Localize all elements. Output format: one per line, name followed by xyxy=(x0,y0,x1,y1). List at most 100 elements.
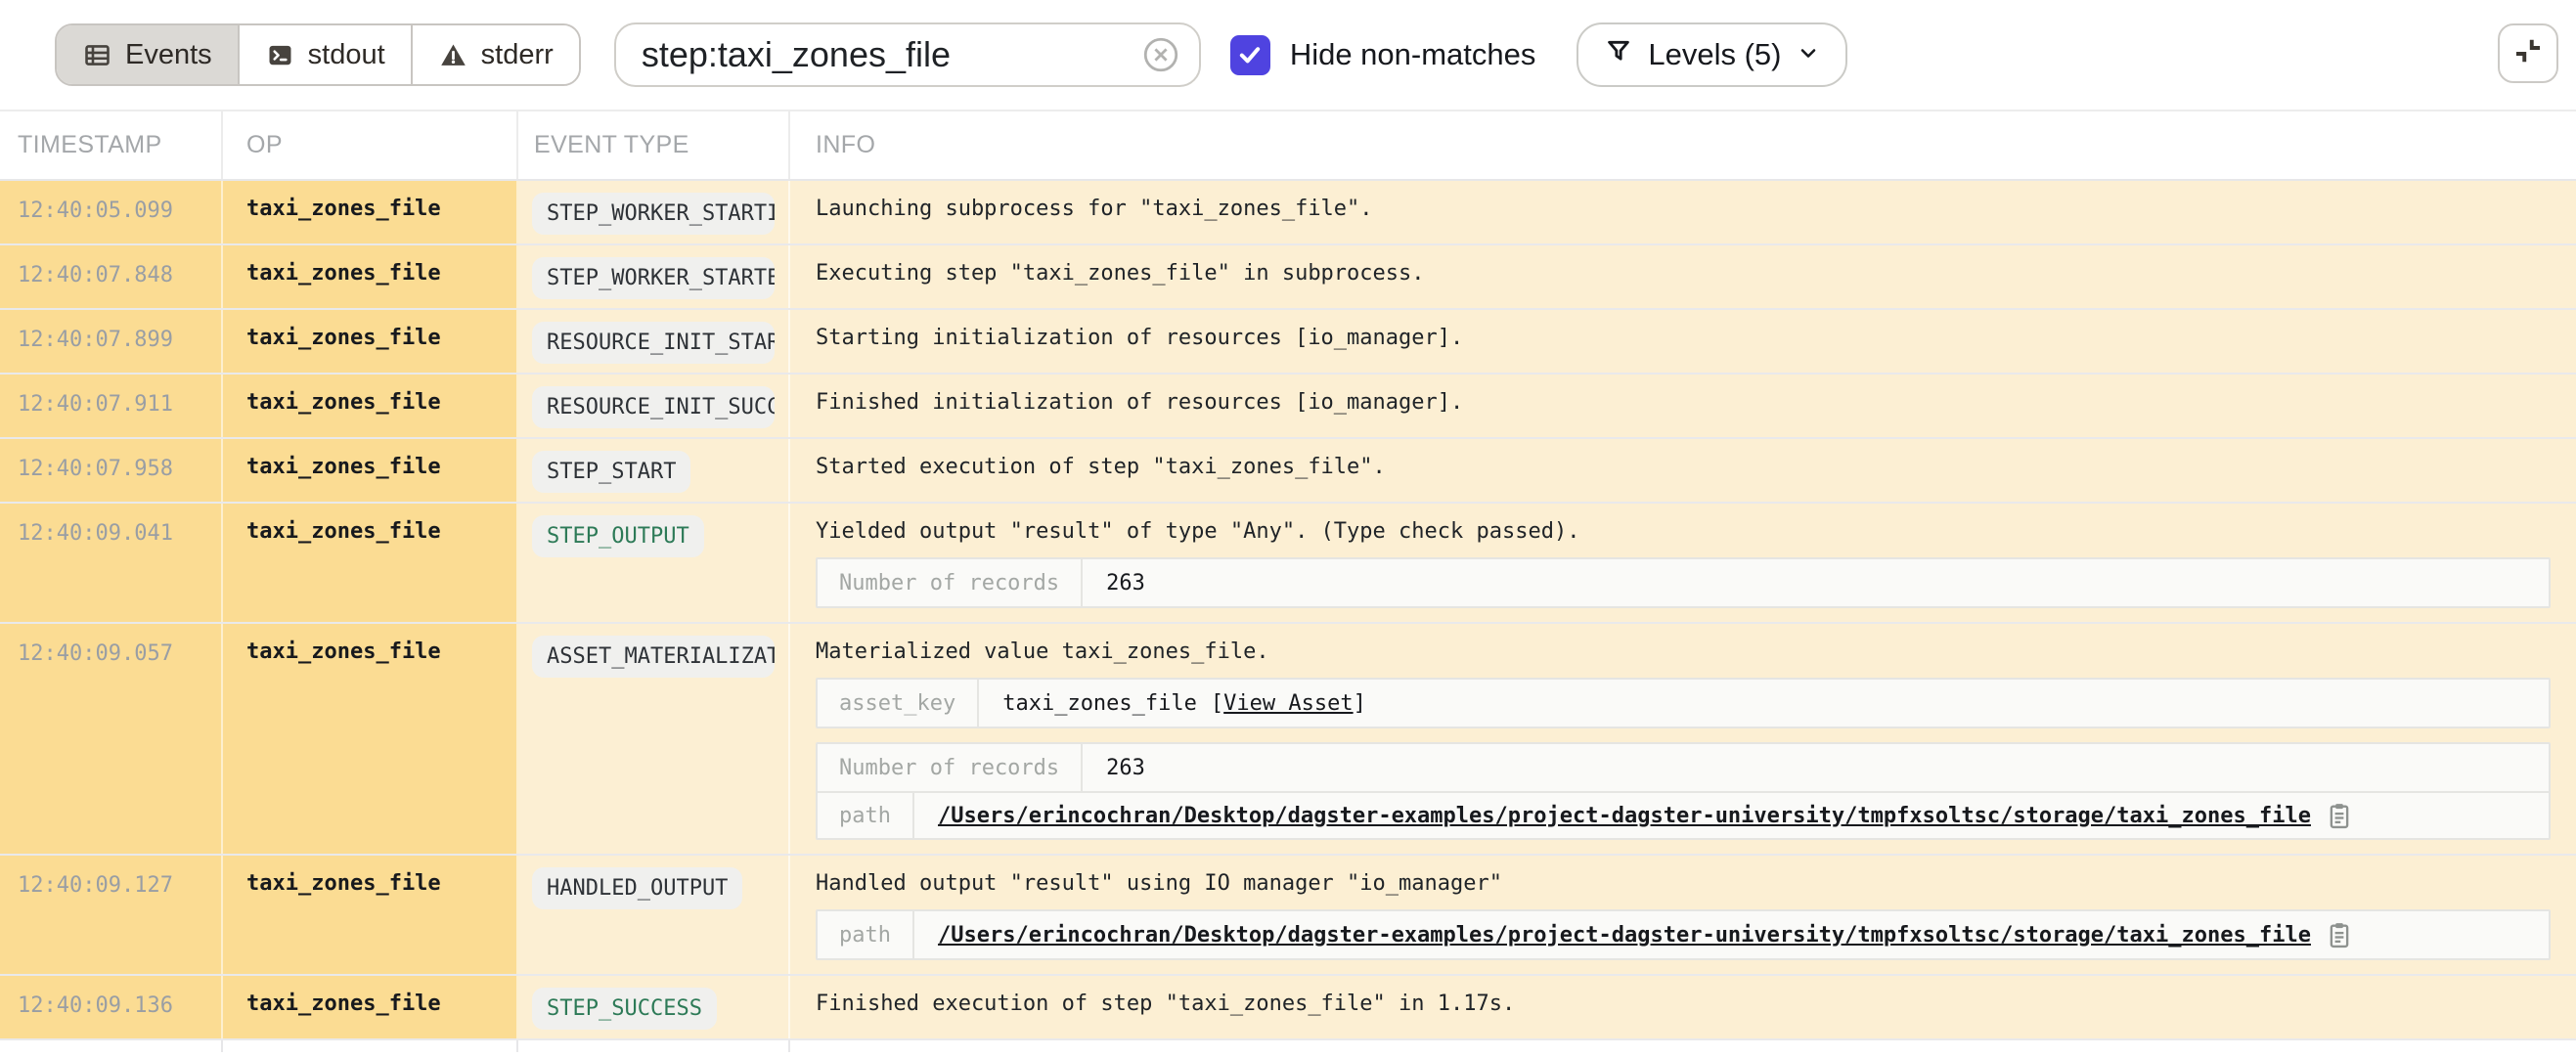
row-timestamp: 12:40:09.136 xyxy=(0,976,223,1038)
column-header-op[interactable]: OP xyxy=(223,111,518,179)
row-info-text: Finished execution of step "taxi_zones_f… xyxy=(816,992,2553,1016)
metadata-value: 263 xyxy=(1083,744,2549,791)
row-info-cell: Yielded output "result" of type "Any". (… xyxy=(790,504,2576,622)
filter-funnel-icon xyxy=(1604,36,1633,73)
metadata-label: Number of records xyxy=(818,744,1083,791)
hide-non-matches-toggle[interactable]: Hide non-matches xyxy=(1230,35,1536,75)
row-info-text: Launching subprocess for "taxi_zones_fil… xyxy=(816,197,2553,221)
path-link[interactable]: /Users/erincochran/Desktop/dagster-examp… xyxy=(938,804,2311,828)
row-op-name: taxi_zones_file xyxy=(223,976,518,1038)
row-info-cell: Executing step "taxi_zones_file" in subp… xyxy=(790,245,2576,308)
event-type-badge: ASSET_MATERIALIZAT… xyxy=(532,636,775,678)
levels-filter-button[interactable]: Levels (5) xyxy=(1577,22,1846,87)
metadata-row: path/Users/erincochran/Desktop/dagster-e… xyxy=(818,911,2549,958)
hide-non-matches-label: Hide non-matches xyxy=(1290,37,1536,72)
row-info-text: Executing step "taxi_zones_file" in subp… xyxy=(816,261,2553,286)
hide-non-matches-checkbox[interactable] xyxy=(1230,35,1270,75)
row-event-type-cell: RESOURCE_INIT_SUCC… xyxy=(518,375,790,437)
event-type-badge: STEP_WORKER_STARTI… xyxy=(532,193,775,235)
row-timestamp: 12:40:07.958 xyxy=(0,439,223,502)
column-header-event-type[interactable]: EVENT TYPE xyxy=(518,111,790,179)
table-row[interactable]: 12:40:09.127taxi_zones_file HANDLED_OUTPU… xyxy=(0,856,2576,976)
row-timestamp: 12:40:09.041 xyxy=(0,504,223,622)
metadata-row: path/Users/erincochran/Desktop/dagster-e… xyxy=(818,791,2549,838)
tab-events-label: Events xyxy=(125,39,212,71)
row-timestamp: 12:40:07.899 xyxy=(0,310,223,373)
row-info-cell: Starting initialization of resources [io… xyxy=(790,310,2576,373)
log-view-tabs: Events stdout stderr xyxy=(55,23,581,86)
row-info-cell: Finished initialization of resources [io… xyxy=(790,375,2576,437)
tab-stderr[interactable]: stderr xyxy=(411,25,579,84)
event-type-badge: STEP_SUCCESS xyxy=(532,988,717,1030)
row-info-text: Finished initialization of resources [io… xyxy=(816,390,2553,415)
log-filter-input[interactable] xyxy=(642,34,1140,75)
metadata-table: asset_key taxi_zones_file [View Asset] xyxy=(816,678,2551,728)
metadata-value: taxi_zones_file [View Asset] xyxy=(979,680,2549,727)
metadata-value: 263 xyxy=(1083,559,2549,606)
event-type-badge: STEP_START xyxy=(532,451,690,493)
table-row[interactable]: 12:40:09.057 taxi_zones_file ASSET_MATERIA… xyxy=(0,624,2576,856)
table-row[interactable]: 12:40:07.958taxi_zones_file STEP_START Sta… xyxy=(0,439,2576,504)
metadata-label: Number of records xyxy=(818,559,1083,606)
row-op-name: taxi_zones_file xyxy=(223,856,518,974)
metadata-value-text: 263 xyxy=(1106,756,1145,780)
tab-events[interactable]: Events xyxy=(57,25,238,84)
row-info-text: Handled output "result" using IO manager… xyxy=(816,871,2553,896)
event-type-badge: STEP_WORKER_STARTED xyxy=(532,257,775,299)
row-info-cell: Started execution of step "taxi_zones_fi… xyxy=(790,439,2576,502)
row-info-cell: Materialized value taxi_zones_file.asset… xyxy=(790,624,2576,854)
metadata-table: Number of records 263 path/Users/erincochr… xyxy=(816,742,2551,840)
tab-stdout-label: stdout xyxy=(308,39,385,71)
table-row[interactable]: 12:40:07.911taxi_zones_fileRESOURCE_INIT… xyxy=(0,375,2576,439)
metadata-row: asset_key taxi_zones_file [View Asset] xyxy=(818,680,2549,727)
tab-stdout[interactable]: stdout xyxy=(238,25,411,84)
terminal-icon xyxy=(265,40,295,70)
row-info-text: Yielded output "result" of type "Any". (… xyxy=(816,519,2553,544)
metadata-value: /Users/erincochran/Desktop/dagster-examp… xyxy=(914,911,2549,958)
levels-filter-label: Levels (5) xyxy=(1648,37,1781,72)
row-event-type-cell: STEP_START xyxy=(518,439,790,502)
row-info-cell: Finished execution of step "taxi_zones_f… xyxy=(790,976,2576,1038)
metadata-value-text: taxi_zones_file xyxy=(1002,691,1197,716)
column-header-timestamp[interactable]: TIMESTAMP xyxy=(0,111,223,179)
column-header-info[interactable]: INFO xyxy=(790,111,2576,179)
clear-filter-icon[interactable] xyxy=(1140,34,1181,75)
row-op-name: taxi_zones_file xyxy=(223,245,518,308)
table-row[interactable]: 12:40:09.136taxi_zones_file STEP_SUCCESS F… xyxy=(0,976,2576,1040)
collapse-panel-button[interactable] xyxy=(2498,23,2558,83)
row-info-text: Materialized value taxi_zones_file. xyxy=(816,639,2553,664)
event-type-badge: HANDLED_OUTPUT xyxy=(532,867,742,909)
metadata-value-text: 263 xyxy=(1106,571,1145,595)
table-row[interactable]: 12:40:05.099taxi_zones_fileSTEP_WORKER_S… xyxy=(0,181,2576,245)
log-filter-searchbox xyxy=(614,22,1201,87)
metadata-label: asset_key xyxy=(818,680,979,727)
copy-path-icon[interactable] xyxy=(2325,920,2354,949)
warning-icon xyxy=(438,40,468,70)
table-row[interactable]: 12:40:07.848taxi_zones_fileSTEP_WORKER_S… xyxy=(0,245,2576,310)
row-op-name: taxi_zones_file xyxy=(223,181,518,243)
metadata-table: path/Users/erincochran/Desktop/dagster-e… xyxy=(816,909,2551,960)
row-event-type-cell: RESOURCE_INIT_STAR… xyxy=(518,310,790,373)
log-toolbar: Events stdout stderr xyxy=(0,0,2576,111)
copy-path-icon[interactable] xyxy=(2325,801,2354,830)
path-link[interactable]: /Users/erincochran/Desktop/dagster-examp… xyxy=(938,923,2311,948)
partial-next-row xyxy=(0,1040,2576,1052)
metadata-label: path xyxy=(818,911,914,958)
table-row[interactable]: 12:40:07.899taxi_zones_fileRESOURCE_INIT… xyxy=(0,310,2576,375)
row-op-name: taxi_zones_file xyxy=(223,439,518,502)
row-timestamp: 12:40:07.911 xyxy=(0,375,223,437)
metadata-table: Number of records 263 xyxy=(816,557,2551,608)
row-timestamp: 12:40:09.127 xyxy=(0,856,223,974)
row-event-type-cell: HANDLED_OUTPUT xyxy=(518,856,790,974)
row-timestamp: 12:40:09.057 xyxy=(0,624,223,854)
row-event-type-cell: STEP_SUCCESS xyxy=(518,976,790,1038)
row-event-type-cell: STEP_WORKER_STARTI… xyxy=(518,181,790,243)
view-asset-link[interactable]: View Asset xyxy=(1223,691,1353,716)
row-info-cell: Launching subprocess for "taxi_zones_fil… xyxy=(790,181,2576,243)
collapse-icon xyxy=(2510,33,2546,73)
table-row[interactable]: 12:40:09.041taxi_zones_fileSTEP_OUTPUTYi… xyxy=(0,504,2576,624)
row-info-cell: Handled output "result" using IO manager… xyxy=(790,856,2576,974)
log-rows: 12:40:05.099taxi_zones_fileSTEP_WORKER_S… xyxy=(0,181,2576,1040)
metadata-row: Number of records 263 xyxy=(818,744,2549,791)
view-asset-wrap: [View Asset] xyxy=(1211,691,1366,716)
